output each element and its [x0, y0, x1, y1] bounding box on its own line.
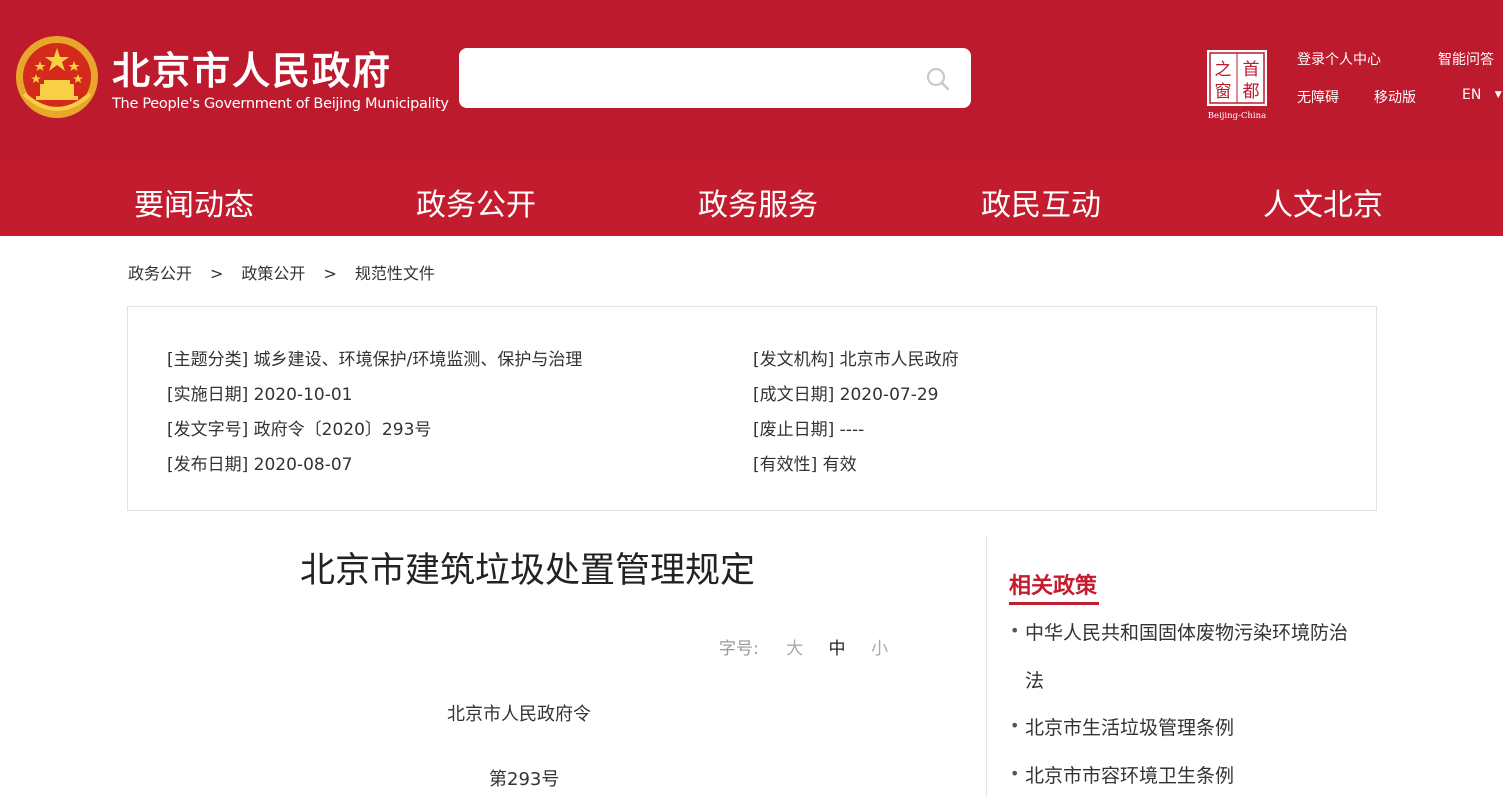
- capital-logo-char-1: 之: [1215, 60, 1232, 80]
- capital-logo-caption: Beijing-China: [1208, 111, 1266, 121]
- meta-repeal-label: [废止日期]: [753, 420, 835, 440]
- meta-validity-label: [有效性]: [753, 455, 818, 475]
- list-bullet: •: [1010, 716, 1020, 735]
- accessibility-link[interactable]: 无障碍: [1297, 87, 1339, 107]
- meta-effective-value: 2020-10-01: [253, 385, 353, 405]
- meta-validity: [有效性] 有效: [753, 450, 857, 475]
- related-policies-title: 相关政策: [1009, 574, 1098, 599]
- mobile-link[interactable]: 移动版: [1374, 87, 1416, 107]
- page-title: 北京市建筑垃圾处置管理规定: [300, 551, 756, 591]
- related-item-solid-waste-law[interactable]: 中华人民共和国固体废物污染环境防治: [1025, 618, 1348, 645]
- nav-item-government-affairs[interactable]: 政务公开: [416, 180, 536, 224]
- meta-issuer: [发文机构] 北京市人民政府: [753, 345, 959, 370]
- breadcrumb-separator: >: [210, 264, 224, 283]
- document-metadata-panel: [主题分类] 城乡建设、环境保护/环境监测、保护与治理 [发文机构] 北京市人民…: [127, 306, 1377, 511]
- meta-validity-value: 有效: [822, 455, 857, 475]
- language-switch[interactable]: EN ▼: [1462, 87, 1502, 103]
- breadcrumb-item-policy[interactable]: 政策公开: [241, 260, 305, 284]
- search-input[interactable]: [475, 60, 909, 98]
- capital-logo-char-2: 首: [1243, 60, 1260, 80]
- meta-topic-label: [主题分类]: [167, 350, 249, 370]
- meta-publish-label: [发布日期]: [167, 455, 249, 475]
- meta-topic-value: 城乡建设、环境保护/环境监测、保护与治理: [253, 350, 583, 370]
- meta-publish-date: [发布日期] 2020-08-07: [167, 450, 352, 475]
- breadcrumb-item-normative-docs[interactable]: 规范性文件: [355, 260, 435, 284]
- meta-effective-label: [实施日期]: [167, 385, 249, 405]
- font-size-small-button[interactable]: 小: [871, 639, 888, 659]
- site-subtitle: The People's Government of Beijing Munic…: [112, 96, 449, 112]
- nav-item-news[interactable]: 要闻动态: [134, 180, 254, 224]
- breadcrumb: 政务公开 > 政策公开 > 规范性文件: [128, 260, 435, 284]
- order-number-line: 第293号: [489, 769, 560, 790]
- language-label: EN: [1462, 87, 1482, 103]
- capital-window-logo[interactable]: 之 首 窗 都 Beijing-China: [1204, 48, 1270, 122]
- search-box: [459, 48, 971, 108]
- capital-window-icon: 之 首 窗 都 Beijing-China: [1207, 50, 1267, 121]
- related-item-city-sanitation[interactable]: 北京市市容环境卫生条例: [1025, 761, 1234, 788]
- font-size-medium-button[interactable]: 中: [829, 639, 846, 659]
- meta-topic: [主题分类] 城乡建设、环境保护/环境监测、保护与治理: [167, 345, 582, 370]
- national-emblem-icon: [16, 36, 98, 118]
- list-bullet: •: [1010, 621, 1020, 640]
- nav-item-interaction[interactable]: 政民互动: [981, 180, 1101, 224]
- meta-issuer-label: [发文机构]: [753, 350, 835, 370]
- related-item-household-waste[interactable]: 北京市生活垃圾管理条例: [1025, 713, 1234, 740]
- capital-logo-char-4: 都: [1243, 82, 1260, 102]
- font-size-large-button[interactable]: 大: [786, 639, 803, 659]
- meta-issuer-value: 北京市人民政府: [839, 350, 959, 370]
- smart-qa-link[interactable]: 智能问答: [1438, 49, 1494, 69]
- breadcrumb-separator: >: [323, 264, 337, 283]
- order-line: 北京市人民政府令: [447, 704, 591, 725]
- login-link[interactable]: 登录个人中心: [1297, 49, 1381, 69]
- related-title-underline: [1009, 602, 1099, 605]
- meta-docno-label: [发文字号]: [167, 420, 249, 440]
- meta-effective-date: [实施日期] 2020-10-01: [167, 380, 352, 405]
- list-bullet: •: [1010, 764, 1020, 783]
- capital-logo-char-3: 窗: [1215, 82, 1232, 102]
- meta-publish-value: 2020-08-07: [253, 455, 353, 475]
- font-size-switcher: 字号: 大 中 小: [719, 634, 888, 659]
- related-item-solid-waste-law-cont[interactable]: 法: [1025, 666, 1044, 693]
- chevron-down-icon: ▼: [1494, 90, 1502, 100]
- meta-repeal-value: ----: [839, 420, 865, 440]
- meta-docno-value: 政府令〔2020〕293号: [253, 420, 432, 440]
- meta-written-date: [成文日期] 2020-07-29: [753, 380, 938, 405]
- nav-item-culture[interactable]: 人文北京: [1263, 180, 1383, 224]
- search-icon[interactable]: [925, 66, 951, 92]
- sidebar-divider: [986, 536, 987, 797]
- meta-written-value: 2020-07-29: [839, 385, 939, 405]
- meta-document-number: [发文字号] 政府令〔2020〕293号: [167, 415, 431, 440]
- site-title: 北京市人民政府: [112, 49, 393, 93]
- nav-item-services[interactable]: 政务服务: [698, 180, 818, 224]
- font-size-label: 字号:: [719, 639, 759, 659]
- meta-repeal-date: [废止日期] ----: [753, 415, 864, 440]
- meta-written-label: [成文日期]: [753, 385, 835, 405]
- breadcrumb-item-government-affairs[interactable]: 政务公开: [128, 260, 192, 284]
